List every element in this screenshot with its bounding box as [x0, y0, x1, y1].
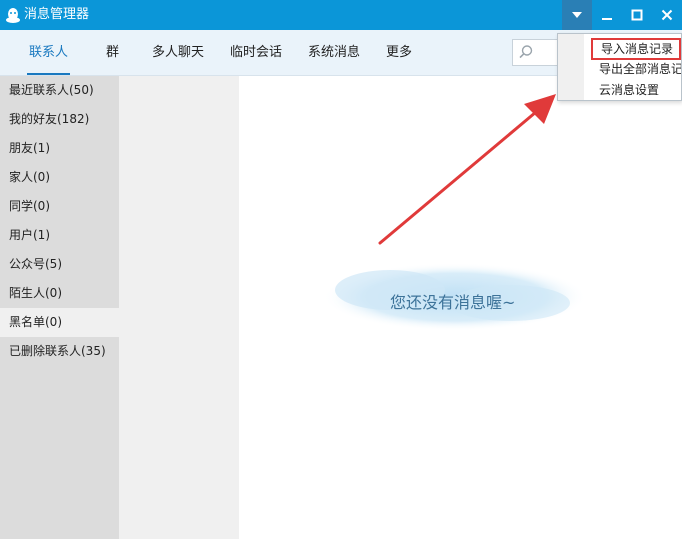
empty-state-message: 您还没有消息喔~ — [390, 293, 516, 312]
sidebar-item-my-friends[interactable]: 我的好友(182) — [0, 105, 119, 134]
menu-dropdown-button[interactable] — [562, 0, 592, 30]
minimize-button[interactable] — [592, 0, 622, 30]
qq-penguin-icon — [6, 8, 20, 23]
sidebar-item-strangers[interactable]: 陌生人(0) — [0, 279, 119, 308]
maximize-icon — [631, 9, 643, 21]
menu-item-cloud-message-settings[interactable]: 云消息设置 — [599, 82, 659, 98]
tab-group-chat[interactable]: 多人聊天 — [152, 45, 204, 61]
sidebar-item-recent[interactable]: 最近联系人(50) — [0, 76, 119, 105]
close-icon — [661, 9, 673, 21]
sidebar-item-official-accounts[interactable]: 公众号(5) — [0, 250, 119, 279]
dropdown-triangle-icon — [572, 12, 582, 18]
search-input[interactable] — [512, 39, 562, 66]
contact-category-sidebar: 最近联系人(50) 我的好友(182) 朋友(1) 家人(0) 同学(0) 用户… — [0, 76, 119, 539]
tab-contacts[interactable]: 联系人 — [26, 45, 71, 75]
sidebar-item-blacklist[interactable]: 黑名单(0) — [0, 308, 119, 337]
window-title: 消息管理器 — [24, 7, 90, 22]
tab-more[interactable]: 更多 — [386, 45, 412, 61]
minimize-icon — [602, 18, 612, 20]
tab-system-messages[interactable]: 系统消息 — [308, 45, 360, 61]
options-dropdown-menu: 导入消息记录 导出全部消息记 云消息设置 — [557, 33, 682, 101]
tab-temp-chat[interactable]: 临时会话 — [230, 45, 282, 61]
menu-icon-strip — [558, 34, 584, 100]
search-icon — [519, 45, 533, 59]
menu-item-export-all-messages[interactable]: 导出全部消息记 — [599, 61, 681, 77]
close-button[interactable] — [652, 0, 682, 30]
contact-list-pane[interactable] — [119, 76, 239, 539]
sidebar-item-friends[interactable]: 朋友(1) — [0, 134, 119, 163]
sidebar-item-classmates[interactable]: 同学(0) — [0, 192, 119, 221]
sidebar-item-family[interactable]: 家人(0) — [0, 163, 119, 192]
maximize-button[interactable] — [622, 0, 652, 30]
title-bar: 消息管理器 — [0, 0, 682, 30]
sidebar-item-users[interactable]: 用户(1) — [0, 221, 119, 250]
tab-groups[interactable]: 群 — [106, 45, 119, 61]
menu-item-import-messages[interactable]: 导入消息记录 — [591, 38, 681, 60]
sidebar-item-deleted-contacts[interactable]: 已删除联系人(35) — [0, 337, 119, 366]
